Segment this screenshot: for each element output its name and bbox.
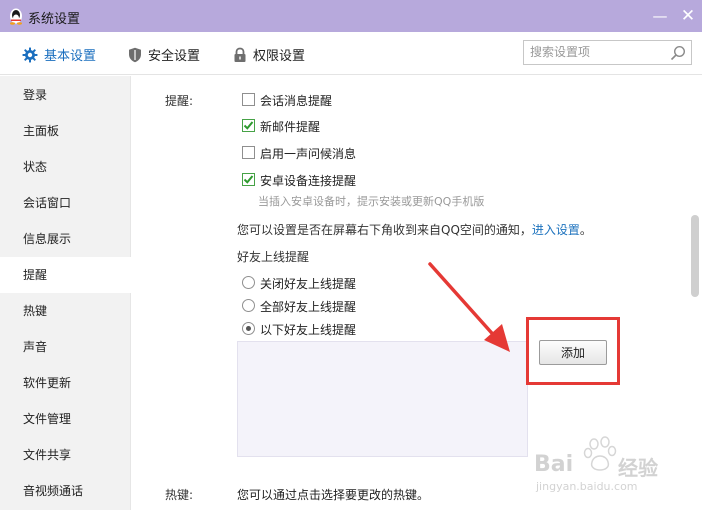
sidebar-item-file-management[interactable]: 文件管理 (0, 401, 131, 437)
settings-search-box[interactable] (523, 40, 692, 65)
radio-selected-friends-online-label[interactable]: 以下好友上线提醒 (260, 321, 356, 338)
tab-permission-settings-label: 权限设置 (253, 49, 306, 64)
qzone-notice: 您可以设置是否在屏幕右下角收到来自QQ空间的通知，进入设置。 (237, 221, 592, 238)
tab-basic-settings-label: 基本设置 (44, 49, 97, 64)
android-hint-text: 当插入安卓设备时，提示安装或更新QQ手机版 (258, 195, 485, 208)
tab-security-settings[interactable]: 安全设置 (128, 45, 200, 64)
annotation-highlight-box (526, 317, 620, 385)
content-scrollbar[interactable] (688, 76, 702, 510)
hotkeys-description: 您可以通过点击选择要更改的热键。 (237, 488, 430, 502)
checkmark-icon (243, 121, 254, 130)
title-bar[interactable]: 系统设置 — ✕ (0, 0, 702, 32)
sidebar-item-info-display[interactable]: 信息展示 (0, 221, 131, 257)
radio-disable-friend-online[interactable] (242, 276, 255, 289)
sidebar-item-hotkeys[interactable]: 热键 (0, 293, 131, 329)
sidebar-item-login[interactable]: 登录 (0, 77, 131, 113)
tab-permission-settings[interactable]: 权限设置 (233, 45, 305, 64)
tab-security-settings-label: 安全设置 (148, 49, 201, 64)
chat-message-reminder-label[interactable]: 会话消息提醒 (260, 92, 332, 109)
qq-penguin-icon (10, 8, 22, 25)
chat-message-reminder-checkbox[interactable] (242, 93, 255, 106)
tab-basic-settings[interactable]: 基本设置 (22, 45, 96, 64)
watermark-brand: Bai (534, 452, 574, 477)
sidebar-item-main-panel[interactable]: 主面板 (0, 113, 131, 149)
hotkeys-section-label: 热键: (165, 488, 194, 502)
search-icon[interactable] (670, 45, 686, 61)
new-mail-reminder-label[interactable]: 新邮件提醒 (260, 118, 320, 135)
shield-icon (129, 47, 141, 62)
friend-online-list[interactable] (237, 341, 528, 457)
new-mail-reminder-checkbox[interactable] (242, 119, 255, 132)
sidebar-item-sound[interactable]: 声音 (0, 329, 131, 365)
settings-search-input[interactable] (530, 45, 666, 59)
sidebar-item-chat-window[interactable]: 会话窗口 (0, 185, 131, 221)
watermark-brand-end: 经验 (618, 456, 658, 480)
reminders-section-label: 提醒: (165, 94, 194, 108)
greeting-message-label[interactable]: 启用一声问候消息 (260, 145, 356, 162)
close-button[interactable]: ✕ (679, 6, 697, 26)
android-connect-reminder-label[interactable]: 安卓设备连接提醒 (260, 172, 356, 189)
radio-disable-friend-online-label[interactable]: 关闭好友上线提醒 (260, 275, 356, 292)
sidebar-item-status[interactable]: 状态 (0, 149, 131, 185)
window-title: 系统设置 (28, 12, 81, 27)
checkmark-icon (243, 175, 254, 184)
radio-selected-friends-online[interactable] (242, 322, 255, 335)
qzone-notice-end: 。 (579, 223, 592, 237)
sidebar-item-software-update[interactable]: 软件更新 (0, 365, 131, 401)
baidu-watermark: Bai 经验 jingyan.baidu.com (532, 436, 668, 496)
watermark-url: jingyan.baidu.com (536, 480, 638, 493)
sidebar-item-reminders[interactable]: 提醒 (0, 257, 132, 293)
radio-all-friends-online-label[interactable]: 全部好友上线提醒 (260, 298, 356, 315)
gear-icon (22, 47, 38, 62)
friend-online-label: 好友上线提醒 (237, 250, 310, 264)
minimize-button[interactable]: — (651, 7, 669, 25)
greeting-message-checkbox[interactable] (242, 146, 255, 159)
annotation-arrow-icon (428, 262, 510, 352)
sidebar-item-av-calls[interactable]: 音视频通话 (0, 473, 131, 509)
qzone-notice-text: 您可以设置是否在屏幕右下角收到来自QQ空间的通知， (237, 223, 532, 237)
settings-sidebar: 登录 主面板 状态 会话窗口 信息展示 提醒 热键 声音 软件更新 文件管理 文… (0, 76, 132, 510)
lock-icon (234, 47, 246, 62)
android-connect-reminder-checkbox[interactable] (242, 173, 255, 186)
radio-all-friends-online[interactable] (242, 299, 255, 312)
qzone-settings-link[interactable]: 进入设置 (532, 223, 580, 237)
scrollbar-thumb[interactable] (691, 215, 699, 297)
sidebar-item-file-sharing[interactable]: 文件共享 (0, 437, 131, 473)
